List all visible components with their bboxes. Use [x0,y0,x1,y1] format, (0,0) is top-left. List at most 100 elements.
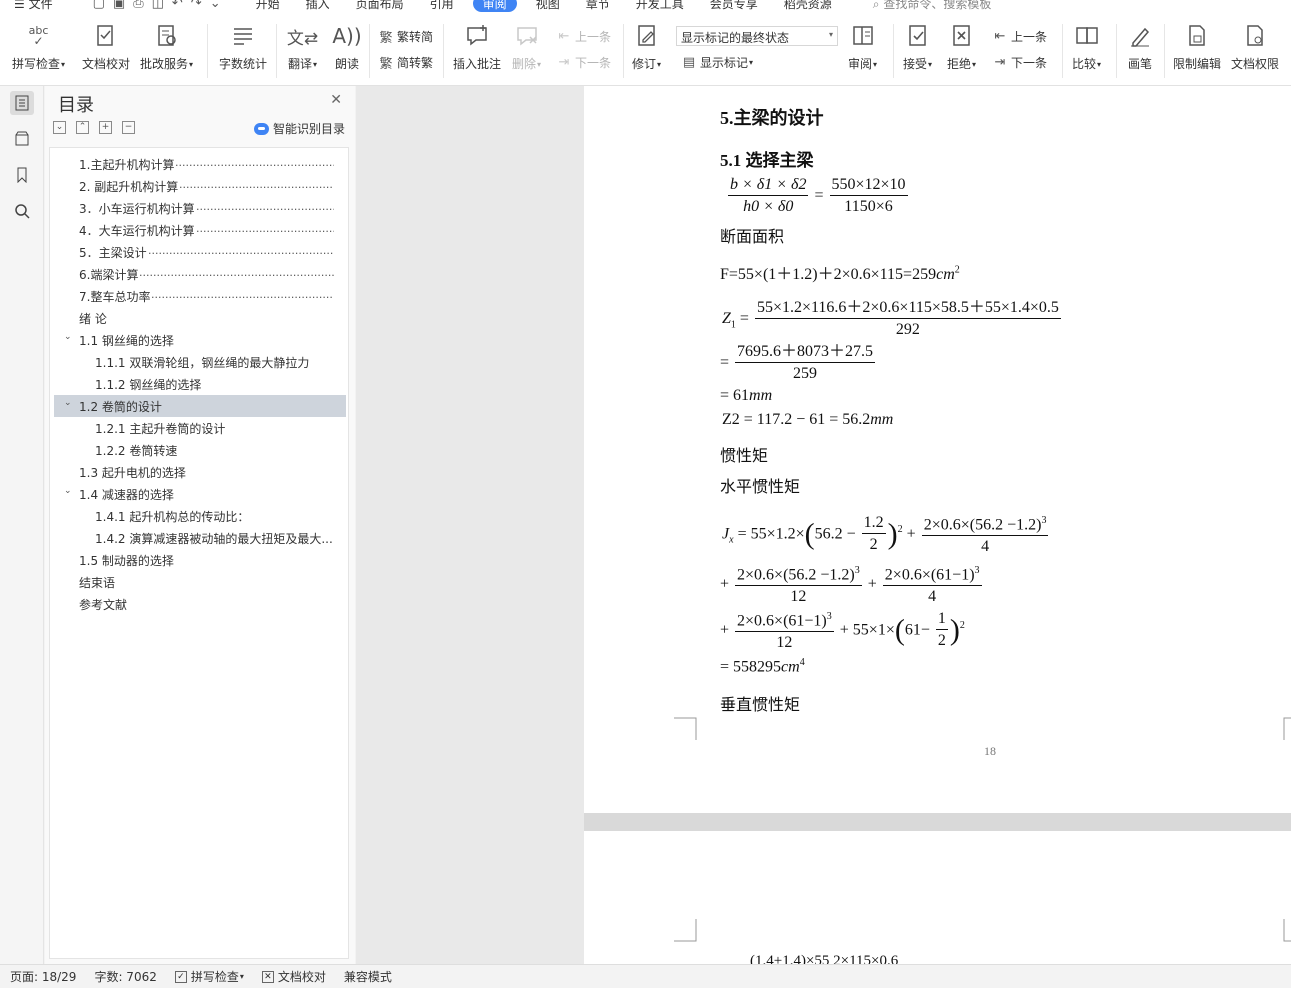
next-comment-button[interactable]: ⇥ 下一条 [556,54,611,71]
toc-item[interactable]: 1.3 起升电机的选择 [54,461,346,483]
toc-item[interactable]: ⌄ 1.4 减速器的选择 [54,483,346,505]
compare-button[interactable]: 比较▾ [1072,22,1101,72]
expand-all-icon[interactable]: ⌃ [76,121,89,134]
section-heading: 5.主梁的设计 [720,108,824,128]
review-pane-label: 审阅 [848,57,873,71]
preview-icon[interactable]: ◫ [152,0,164,11]
collapse-all-icon[interactable]: ⌄ [53,121,66,134]
insert-comment-button[interactable]: 插入批注 [453,22,501,72]
accept-button[interactable]: 接受▾ [903,22,932,72]
toc-item[interactable]: 4．大车运行机构计算..............................… [54,219,346,241]
ai-toc-button[interactable]: 智能识别目录 [253,120,345,137]
close-icon[interactable]: ✕ [330,92,342,108]
tab-sections[interactable]: 章节 [573,0,623,12]
expand-toggle-icon[interactable]: ⌄ [64,332,72,342]
search-icon[interactable] [10,199,34,223]
status-spellcheck[interactable]: ✓ 拼写检查 ▾ [174,968,244,985]
review-pane-button[interactable]: 审阅▾ [848,22,877,72]
tab-review[interactable]: 审阅 [472,0,517,12]
remove-heading-icon[interactable]: − [122,121,135,134]
tab-start[interactable]: 开始 [243,0,293,12]
tab-references[interactable]: 引用 [417,0,467,12]
bookmark-icon[interactable] [10,163,34,187]
spellcheck-button[interactable]: abc ✓ 拼写检查▾ [12,22,65,72]
ratio-rhs-denominator: 1150×6 [844,198,893,215]
markup-state-select[interactable]: 显示标记的最终状态 ▾ [676,26,838,46]
toc-item[interactable]: ⌄ 1.1 钢丝绳的选择 [54,329,346,351]
toc-item[interactable]: 6.端梁计算..................................… [54,263,346,285]
delete-comment-icon [513,22,541,50]
section-area-label: 断面面积 [720,227,785,246]
pen-button[interactable]: 画笔 [1126,22,1154,72]
ribbon-tabs: 开始 插入 页面布局 引用 审阅 视图 章节 开发工具 会员专享 稻壳资源 [243,0,845,12]
expand-toggle-icon[interactable]: ⌄ [64,486,72,496]
toc-item[interactable]: 5．主梁设计..................................… [54,241,346,263]
proofread-button[interactable]: 文档校对 [82,22,130,72]
word-count[interactable]: 字数: 7062 [94,968,156,985]
command-search[interactable]: ⌕ 查找命令、搜索模板 [873,0,992,12]
track-changes-button[interactable]: 修订▾ [632,22,661,72]
translate-button[interactable]: 文⇄ 翻译▾ [287,22,318,72]
area-unit: cm [936,266,955,283]
toc-item[interactable]: 2. 副起升机构计算..............................… [54,175,346,197]
doc-permission-button[interactable]: 文档权限 [1231,22,1279,72]
reject-button[interactable]: 拒绝▾ [947,22,976,72]
document-canvas[interactable]: 5.主梁的设计 5.1 选择主梁 b × δ1 × δ2 h0 × δ0 = 55… [356,86,1291,964]
tab-docer[interactable]: 稻壳资源 [771,0,845,12]
status-proofread[interactable]: ✕ 文档校对 [261,968,326,985]
toc-item[interactable]: 1.1.1 双联滑轮组，钢丝绳的最大静拉力 [54,351,346,373]
tab-layout[interactable]: 页面布局 [343,0,417,12]
wordcount-button[interactable]: 字数统计 [219,22,267,72]
toc-panel-icon[interactable] [10,91,34,115]
toc-item[interactable]: 1.2.1 主起升卷筒的设计 [54,417,346,439]
add-heading-icon[interactable]: + [99,121,112,134]
toc-item[interactable]: ⌄ 1.2 卷筒的设计 [54,395,346,417]
more-icon[interactable]: ⌄ [210,0,221,11]
toc-item[interactable]: 1.主起升机构计算...............................… [54,153,346,175]
to-traditional-button[interactable]: 繁简转繁 [378,54,433,72]
toc-item-label: 1.2.2 卷筒转速 [95,443,178,458]
toc-item-label: 1.4.2 演算减速器被动轴的最大扭矩及最大... [95,531,333,546]
toc-item[interactable]: 结束语 [54,571,346,593]
toc-item-label: 1.2.1 主起升卷筒的设计 [95,421,226,436]
export-icon[interactable]: ▣ [113,0,125,11]
toc-item[interactable]: 1.4.1 起升机构总的传动比： [54,505,346,527]
chapter-nav-icon[interactable] [10,127,34,151]
expand-toggle-icon[interactable]: ⌄ [64,398,72,408]
read-aloud-button[interactable]: A)) 朗读 [332,22,361,72]
toc-item-label: 1.3 起升电机的选择 [79,465,186,480]
prev-comment-icon: ⇤ [558,29,570,44]
toc-item[interactable]: 参考文献 [54,593,346,615]
prev-change-button[interactable]: ⇤ 上一条 [992,28,1047,45]
show-markup-button[interactable]: ▤ 显示标记 ▾ [681,54,753,71]
toc-item[interactable]: 绪 论 [54,307,346,329]
tab-insert[interactable]: 插入 [293,0,343,12]
next-change-button[interactable]: ⇥ 下一条 [992,54,1047,71]
page-indicator[interactable]: 页面: 18/29 [10,968,76,985]
undo-icon[interactable]: ↶ [172,0,183,11]
restrict-edit-button[interactable]: 限制编辑 [1173,22,1221,72]
ratio-rhs-numerator: 550×12×10 [829,176,908,196]
toc-item[interactable]: 1.1.2 钢丝绳的选择 [54,373,346,395]
tab-view[interactable]: 视图 [523,0,573,12]
redo-icon[interactable]: ↷ [191,0,202,11]
print-icon[interactable]: ⎙ [133,0,143,11]
tab-member[interactable]: 会员专享 [697,0,771,12]
to-simplified-button[interactable]: 繁繁转简 [378,28,433,46]
toc-title: 目录 [58,95,94,116]
grading-label: 批改服务 [140,57,189,71]
toc-item[interactable]: 1.5 制动器的选择 [54,549,346,571]
grading-button[interactable]: 批改服务▾ [140,22,193,72]
reject-label: 拒绝 [947,57,972,71]
prev-comment-button[interactable]: ⇤ 上一条 [556,28,611,45]
toc-item[interactable]: 1.2.2 卷筒转速 [54,439,346,461]
toc-item[interactable]: 1.4.2 演算减速器被动轴的最大扭矩及最大... [54,527,346,549]
save-icon[interactable]: ▢ [93,0,105,11]
z2-equation-text: Z2 = 117.2 − 61 = 56.2 [722,411,871,428]
delete-comment-button[interactable]: 删除▾ [512,22,541,72]
toc-item[interactable]: 7.整车总功率.................................… [54,285,346,307]
tab-developer[interactable]: 开发工具 [623,0,697,12]
toc-item[interactable]: 3．小车运行机构计算..............................… [54,197,346,219]
file-menu[interactable]: ☰ 文件 [14,0,53,12]
toc-item-label: 1.主起升机构计算 [79,157,175,172]
